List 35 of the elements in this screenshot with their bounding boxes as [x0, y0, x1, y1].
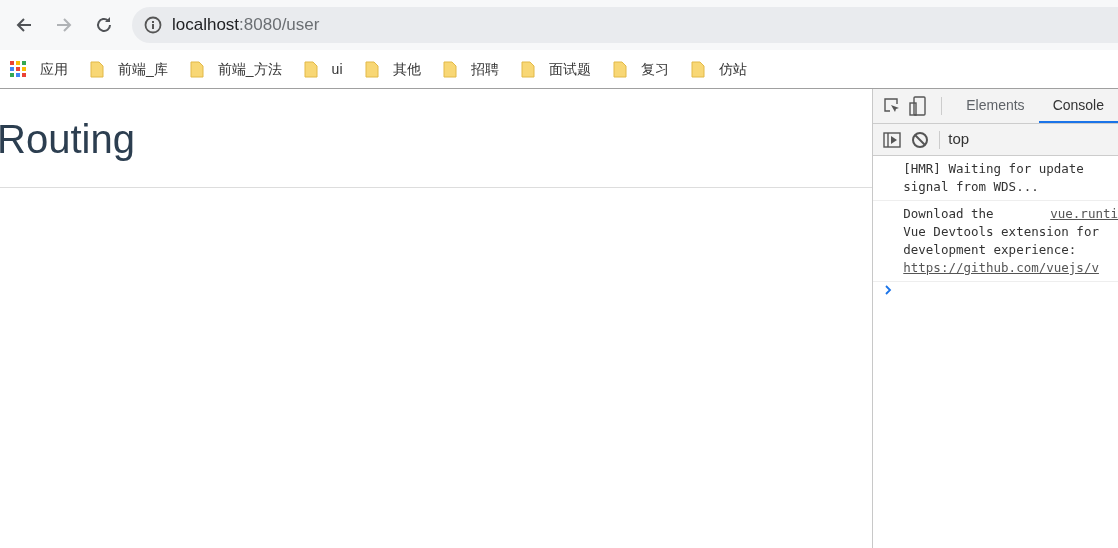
folder-icon — [442, 60, 457, 78]
context-selector[interactable]: top — [948, 128, 970, 151]
bookmark-link[interactable]: 仿站 — [718, 58, 747, 80]
clear-console-icon[interactable] — [911, 130, 930, 149]
folder-icon — [90, 60, 104, 78]
devtools-tab[interactable]: Elements — [952, 89, 1039, 123]
folder-icon — [364, 60, 379, 78]
sidebar-toggle-icon[interactable] — [883, 131, 902, 148]
bookmark-link[interactable]: 前端_库 — [118, 58, 168, 80]
bookmark-link[interactable]: ui — [331, 58, 343, 80]
address-bar[interactable]: localhost:8080/user — [132, 7, 1118, 43]
folder-icon — [303, 60, 318, 78]
console-text: signal from WDS... — [903, 178, 1039, 196]
console-link[interactable]: vue.runti — [1050, 205, 1118, 223]
apps-grid-icon — [10, 61, 26, 77]
console-text: development experience: — [903, 241, 1077, 259]
page-heading: Routing — [0, 116, 136, 163]
info-icon — [144, 16, 162, 34]
prompt-icon — [885, 284, 894, 296]
folder-icon — [189, 60, 204, 78]
folder-icon — [690, 60, 705, 78]
folder-icon — [612, 60, 627, 78]
folder-icon — [520, 60, 535, 78]
bookmark-link[interactable]: 复习 — [640, 58, 669, 80]
console-text: Vue Devtools extension for — [903, 223, 1099, 241]
console-link[interactable]: https://github.com/vuejs/v — [903, 259, 1099, 277]
url-text: localhost:8080/user — [172, 14, 320, 37]
console-text: Download the — [903, 205, 994, 223]
bookmark-link[interactable]: 面试题 — [548, 58, 591, 80]
bookmark-link[interactable]: 其他 — [392, 58, 421, 80]
device-icon[interactable] — [909, 96, 928, 116]
bookmark-link[interactable]: 应用 — [40, 58, 68, 80]
bookmark-link[interactable]: 前端_方法 — [217, 58, 282, 80]
bookmark-link[interactable]: 招聘 — [470, 58, 499, 80]
console-text: [HMR] Waiting for update — [903, 160, 1084, 178]
